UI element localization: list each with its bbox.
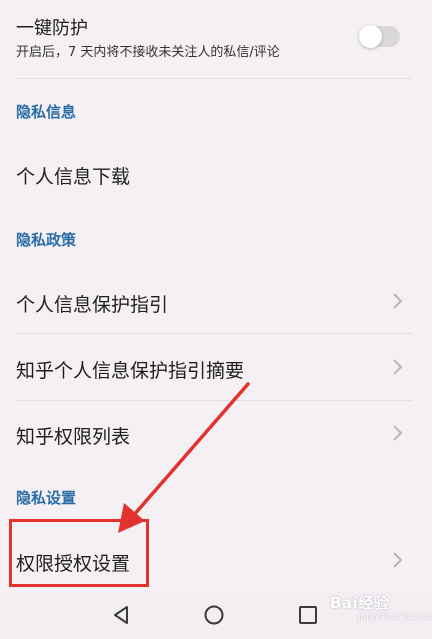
protection-toggle[interactable]	[359, 25, 400, 48]
back-icon[interactable]	[110, 603, 134, 627]
chevron-right-icon	[392, 424, 403, 442]
list-item-label: 个人信息保护指引	[16, 294, 169, 316]
protection-description: 开启后，7 天内将不接收未关注人的私信/评论	[16, 45, 280, 60]
section-header-privacy-settings: 隐私设置	[16, 489, 77, 507]
section-header-privacy-policy: 隐私政策	[16, 231, 77, 249]
toggle-knob	[359, 25, 382, 48]
chevron-right-icon	[392, 358, 403, 376]
chevron-right-icon	[392, 551, 403, 569]
list-item-label: 知乎权限列表	[16, 426, 131, 448]
annotation-highlight-box	[9, 519, 149, 587]
home-icon[interactable]	[202, 603, 226, 627]
section-header-privacy-info: 隐私信息	[16, 103, 77, 121]
list-item-label: 知乎个人信息保护指引摘要	[16, 360, 245, 382]
divider	[16, 333, 412, 334]
watermark-url: jingyan.baidu.com	[358, 612, 432, 622]
divider	[16, 400, 412, 401]
privacy-settings-screen: 一键防护 开启后，7 天内将不接收未关注人的私信/评论 隐私信息 个人信息下载 …	[0, 0, 432, 591]
divider	[16, 78, 412, 79]
protection-title: 一键防护	[16, 18, 88, 39]
watermark: Bai经验	[330, 594, 390, 612]
recents-icon[interactable]	[296, 603, 320, 627]
list-item-label: 个人信息下载	[16, 166, 131, 188]
chevron-right-icon	[392, 292, 403, 310]
